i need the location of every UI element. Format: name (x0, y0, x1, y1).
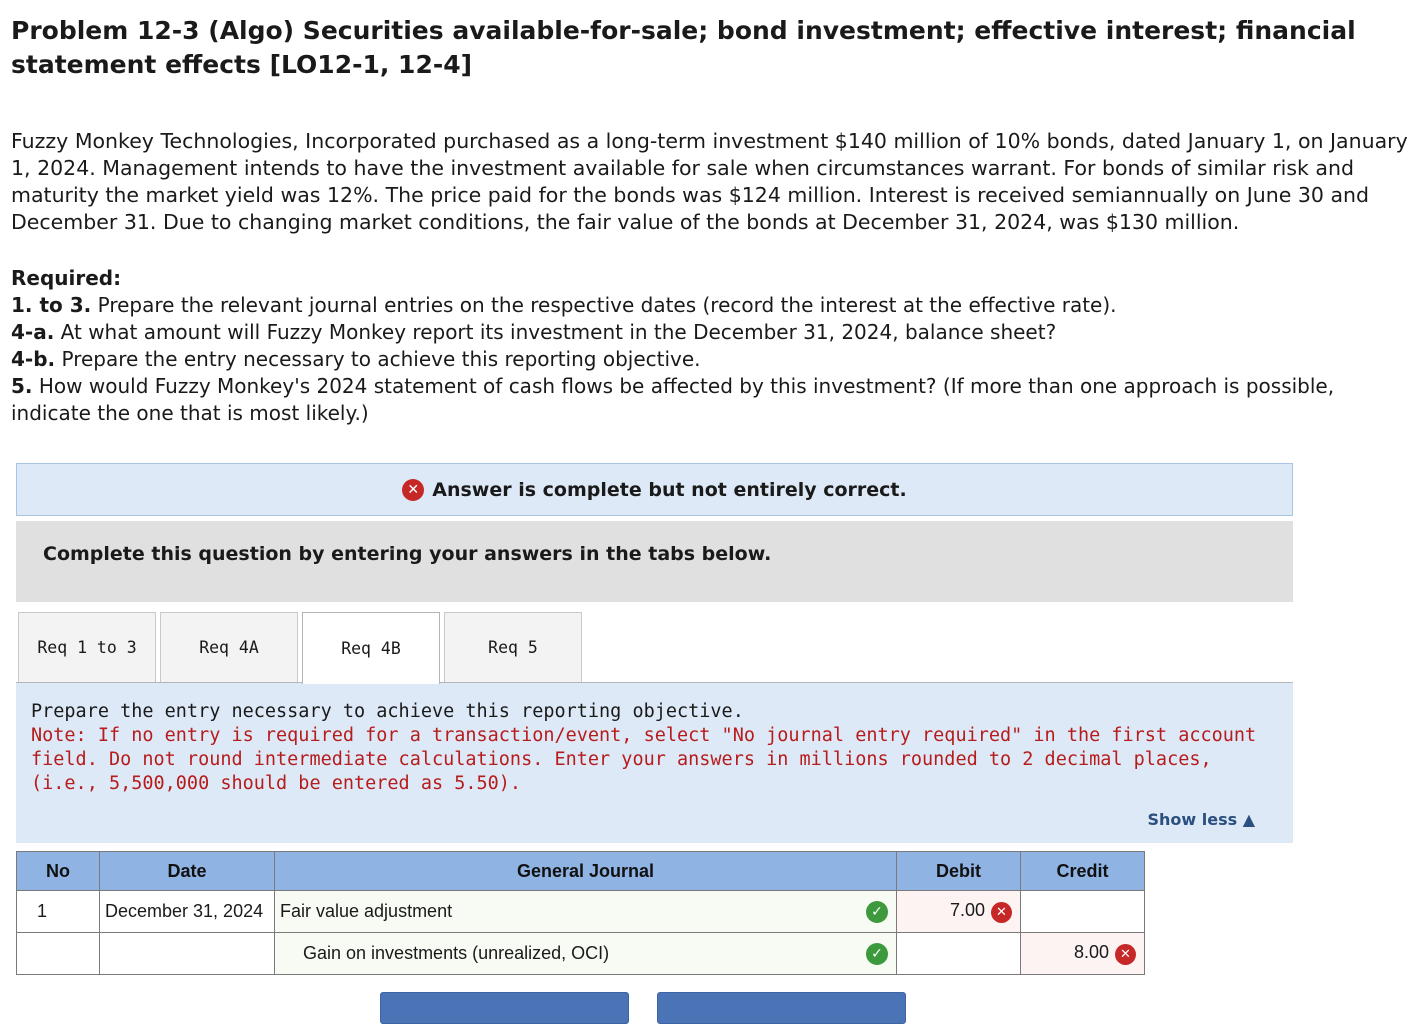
debit-cell[interactable]: 7.00 ✕ (896, 890, 1021, 933)
account-name: Fair value adjustment (280, 901, 453, 921)
tab-req-4b[interactable]: Req 4B (302, 612, 440, 684)
column-header-no: No (16, 851, 100, 891)
column-header-date: Date (99, 851, 275, 891)
column-header-general-journal: General Journal (274, 851, 897, 891)
table-row: Gain on investments (unrealized, OCI) ✓ … (16, 932, 1145, 975)
complete-prompt: Complete this question by entering your … (43, 543, 772, 565)
answer-status-banner: ✕ Answer is complete but not entirely co… (16, 463, 1293, 516)
column-header-debit: Debit (896, 851, 1021, 891)
date-cell[interactable] (99, 932, 275, 975)
account-name: Gain on investments (unrealized, OCI) (303, 943, 610, 963)
problem-intro: Fuzzy Monkey Technologies, Incorporated … (11, 129, 1408, 234)
panel-instructions: Prepare the entry necessary to achieve t… (31, 700, 1281, 796)
table-row: 1 December 31, 2024 Fair value adjustmen… (16, 890, 1145, 933)
entry-number (16, 932, 100, 975)
show-less-link[interactable]: Show less ▲ (1147, 810, 1255, 829)
date-cell[interactable]: December 31, 2024 (99, 890, 275, 933)
instructions-header: Complete this question by entering your … (16, 521, 1293, 602)
account-cell[interactable]: Fair value adjustment ✓ (274, 890, 897, 933)
triangle-up-icon: ▲ (1242, 810, 1255, 829)
tab-req-5[interactable]: Req 5 (444, 612, 582, 682)
requirements-block: Required: 1. to 3. Prepare the relevant … (11, 265, 1416, 427)
panel-instruction-text: Prepare the entry necessary to achieve t… (31, 701, 744, 722)
requirement-item: 4-a. At what amount will Fuzzy Monkey re… (11, 320, 1057, 344)
next-tab-button[interactable] (657, 992, 906, 1024)
x-circle-icon: ✕ (1115, 944, 1136, 965)
tab-panel: Prepare the entry necessary to achieve t… (16, 683, 1293, 843)
tab-req-1-to-3[interactable]: Req 1 to 3 (18, 612, 156, 682)
required-label: Required: (11, 266, 122, 290)
check-circle-icon: ✓ (866, 901, 888, 923)
tab-req-4a[interactable]: Req 4A (160, 612, 298, 682)
credit-cell[interactable] (1020, 890, 1145, 933)
account-cell[interactable]: Gain on investments (unrealized, OCI) ✓ (274, 932, 897, 975)
x-circle-icon: ✕ (402, 478, 425, 501)
entry-number: 1 (16, 890, 100, 933)
previous-tab-button[interactable] (380, 992, 629, 1024)
check-circle-icon: ✓ (866, 943, 888, 965)
problem-title: Problem 12-3 (Algo) Securities available… (11, 16, 1356, 79)
journal-table: No Date General Journal Debit Credit 1 D… (16, 851, 1145, 975)
requirement-item: 5. How would Fuzzy Monkey's 2024 stateme… (11, 374, 1335, 425)
requirement-item: 1. to 3. Prepare the relevant journal en… (11, 293, 1117, 317)
credit-value: 8.00 (1073, 942, 1109, 962)
requirement-item: 4-b. Prepare the entry necessary to achi… (11, 347, 701, 371)
panel-note: Note: If no entry is required for a tran… (31, 725, 1257, 794)
column-header-credit: Credit (1020, 851, 1145, 891)
debit-value: 7.00 (949, 900, 985, 920)
debit-cell[interactable] (896, 932, 1021, 975)
answer-status-text: Answer is complete but not entirely corr… (432, 478, 907, 501)
credit-cell[interactable]: 8.00 ✕ (1020, 932, 1145, 975)
x-circle-icon: ✕ (991, 902, 1012, 923)
